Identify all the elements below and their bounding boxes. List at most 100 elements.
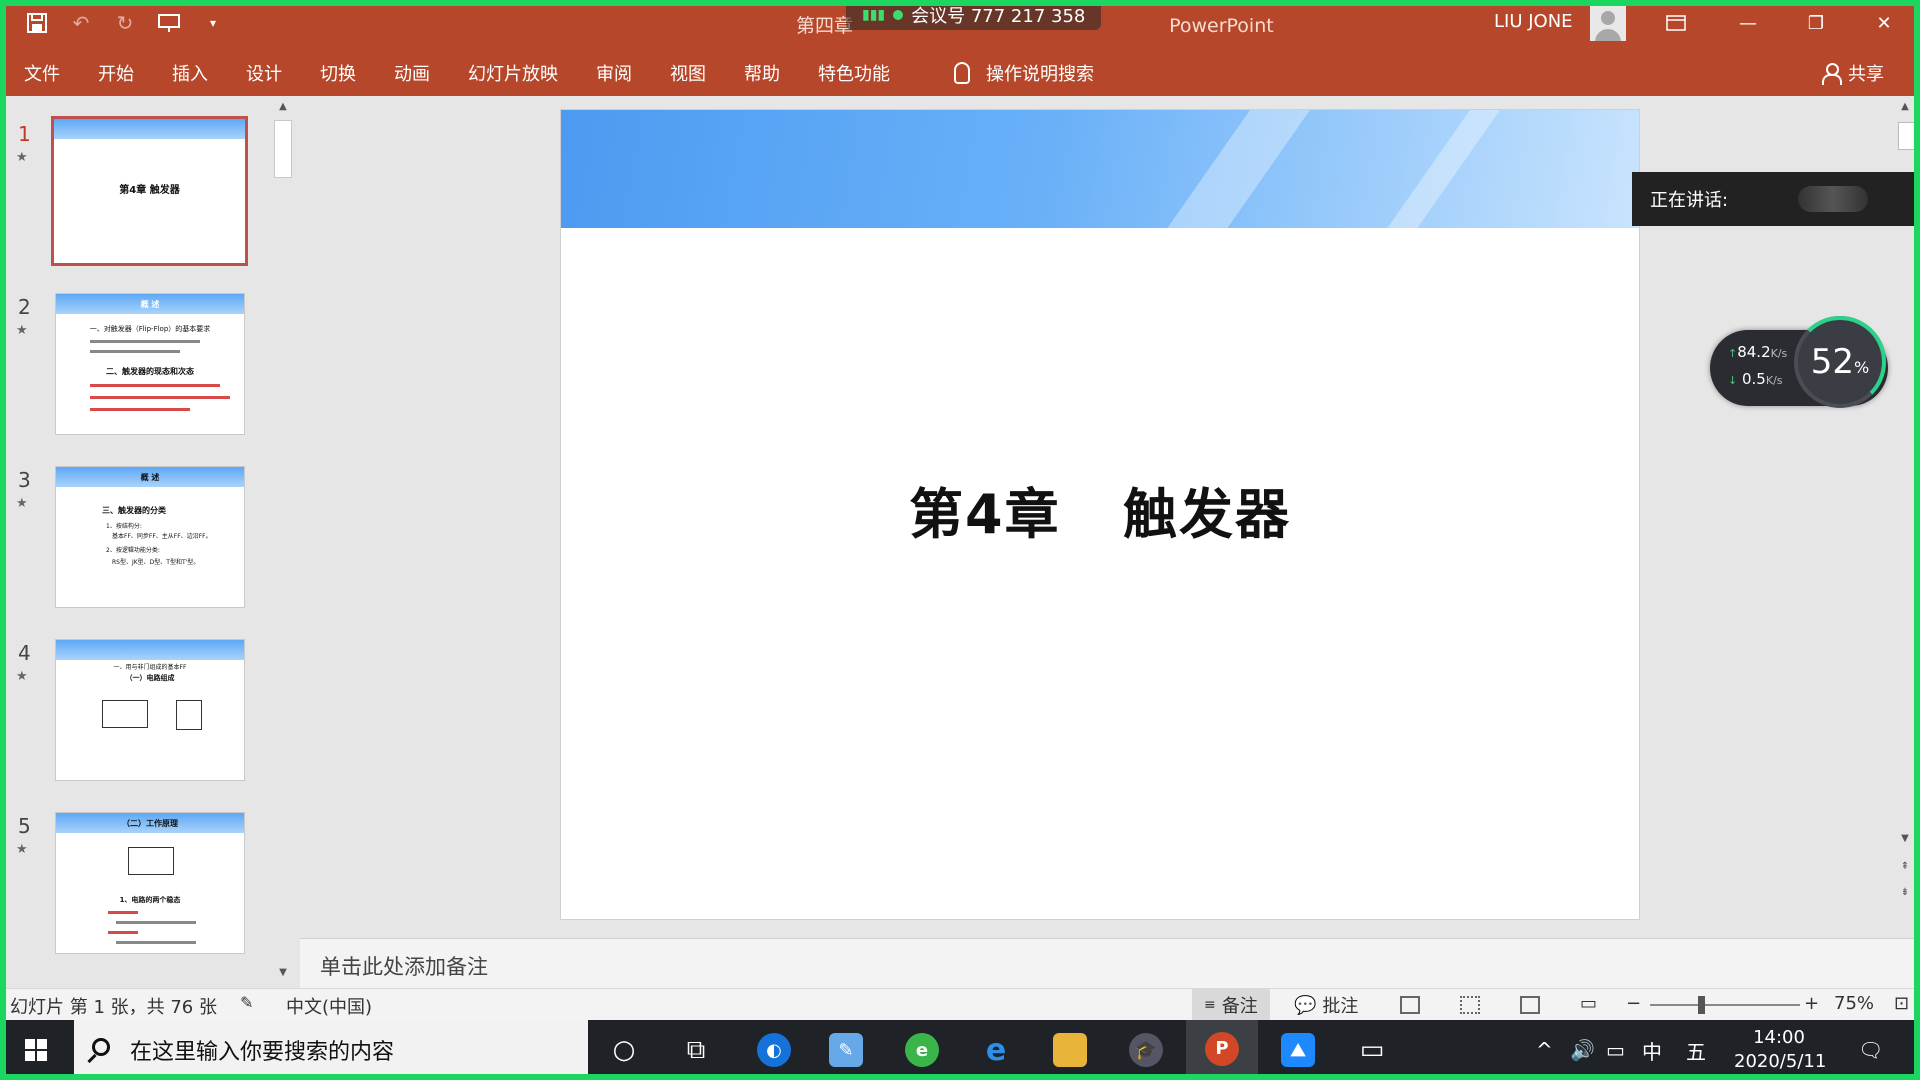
slide-title[interactable]: 第4章 触发器 — [561, 470, 1639, 549]
notepad-app-icon[interactable]: ✎ — [810, 1020, 882, 1080]
slide-number: 4 — [18, 641, 31, 665]
browser-app-icon[interactable]: ◐ — [738, 1020, 810, 1080]
animation-star-icon: ★ — [16, 150, 28, 165]
notes-button[interactable]: ≡ 备注 — [1192, 989, 1270, 1021]
download-value: 0.5 — [1742, 370, 1766, 388]
clock-time: 14:00 — [1753, 1027, 1805, 1048]
lightbulb-icon — [954, 62, 970, 84]
slide-sorter-icon[interactable] — [1460, 996, 1480, 1014]
tell-me-search[interactable]: 操作说明搜索 — [954, 60, 1094, 86]
tab-transitions[interactable]: 切换 — [320, 60, 356, 86]
ime-mode-indicator[interactable]: 中 — [1642, 1020, 1662, 1080]
powerpoint-app-icon[interactable]: P — [1186, 1020, 1258, 1080]
zoom-slider-handle[interactable] — [1698, 996, 1705, 1014]
show-hidden-icons-chevron-icon[interactable]: ^ — [1536, 1020, 1553, 1080]
zoom-out-icon[interactable]: − — [1626, 993, 1641, 1014]
internet-explorer-icon[interactable]: e — [960, 1020, 1032, 1080]
app-name: PowerPoint — [1169, 15, 1274, 37]
scrollbar-thumb[interactable] — [1898, 122, 1916, 150]
share-button[interactable]: 共享 — [1822, 60, 1884, 86]
save-icon[interactable] — [22, 8, 52, 38]
slide-thumbnail-3[interactable]: 概 述 三、触发器的分类 1、按结构分: 基本FF、同步FF、主从FF、边沿FF… — [55, 466, 245, 608]
zoom-in-icon[interactable]: + — [1804, 993, 1819, 1014]
undo-icon[interactable]: ↶ — [66, 8, 96, 38]
slide-thumbnail-4[interactable]: 一、用与非门组成的基本FF （一）电路组成 — [55, 639, 245, 781]
tab-slideshow[interactable]: 幻灯片放映 — [468, 60, 558, 86]
tab-design[interactable]: 设计 — [246, 60, 282, 86]
current-slide[interactable]: 第4章 触发器 — [560, 109, 1640, 920]
user-name[interactable]: LIU JONE — [1494, 11, 1573, 32]
meeting-app-icon[interactable]: ⛰ — [1262, 1020, 1334, 1080]
language-indicator[interactable]: 中文(中国) — [286, 993, 372, 1019]
thumbnail-row-3[interactable]: 3 ★ 概 述 三、触发器的分类 1、按结构分: 基本FF、同步FF、主从FF、… — [0, 466, 260, 616]
tab-file[interactable]: 文件 — [24, 60, 60, 86]
thumbnail-row-1[interactable]: 1 ★ 第4章 触发器 — [0, 116, 260, 270]
notes-pane[interactable]: 单击此处添加备注 — [300, 938, 1920, 988]
scrollbar-thumb[interactable] — [274, 120, 292, 178]
next-slide-icon[interactable]: ⇟ — [1898, 886, 1912, 900]
tab-insert[interactable]: 插入 — [172, 60, 208, 86]
taskbar-search-box[interactable]: 在这里输入你要搜索的内容 — [74, 1020, 588, 1080]
meeting-id-badge[interactable]: ▮▮▮ 会议号 777 217 358 — [846, 0, 1102, 30]
cpu-usage-gauge[interactable]: 52% — [1794, 316, 1886, 408]
slide-thumbnail-5[interactable]: （二）工作原理 1、电路的两个稳态 — [55, 812, 245, 954]
thumbnail-row-5[interactable]: 5 ★ （二）工作原理 1、电路的两个稳态 — [0, 812, 260, 962]
ribbon-tab-list: 文件 开始 插入 设计 切换 动画 幻灯片放映 审阅 视图 帮助 特色功能 — [24, 60, 928, 86]
system-clock[interactable]: 14:00 2020/5/11 — [1734, 1026, 1826, 1074]
volume-icon[interactable]: 🔊 — [1570, 1020, 1595, 1080]
slide-thumbnail-1[interactable]: 第4章 触发器 — [51, 116, 248, 266]
close-icon[interactable]: ✕ — [1850, 0, 1918, 46]
speaker-avatar-blur — [1798, 186, 1869, 212]
comment-icon: 💬 — [1294, 994, 1317, 1016]
ribbon-display-options-icon[interactable] — [1642, 0, 1710, 46]
cortana-icon[interactable]: ○ — [588, 1020, 660, 1080]
zoom-level[interactable]: 75% — [1834, 993, 1874, 1014]
normal-view-icon[interactable] — [1400, 996, 1420, 1014]
thumbnail-text: 1、电路的两个稳态 — [119, 896, 181, 904]
thumbnail-scrollbar[interactable]: ▲ ▼ — [272, 96, 294, 986]
fit-to-window-icon[interactable]: ⊡ — [1894, 993, 1909, 1014]
notes-label: 备注 — [1221, 996, 1258, 1017]
restore-icon[interactable]: ❐ — [1782, 0, 1850, 46]
task-view-icon[interactable]: ⧉ — [660, 1020, 732, 1080]
tab-animations[interactable]: 动画 — [394, 60, 430, 86]
slide-thumbnail-2[interactable]: 概 述 一、对触发器（Flip-Flop）的基本要求 二、触发器的现态和次态 — [55, 293, 245, 435]
file-explorer-icon[interactable] — [1034, 1020, 1106, 1080]
battery-icon[interactable]: ▭ — [1606, 1020, 1625, 1080]
notes-placeholder: 单击此处添加备注 — [320, 955, 488, 979]
scroll-down-arrow-icon[interactable]: ▼ — [276, 966, 290, 980]
video-camera-icon[interactable]: ▭ — [1336, 1020, 1408, 1080]
education-app-icon[interactable]: 🎓 — [1110, 1020, 1182, 1080]
tab-special-features[interactable]: 特色功能 — [818, 60, 890, 86]
minimize-icon[interactable]: — — [1714, 0, 1782, 46]
previous-slide-icon[interactable]: ⇞ — [1898, 860, 1912, 874]
tab-view[interactable]: 视图 — [670, 60, 706, 86]
slide-number: 1 — [18, 122, 31, 146]
speaking-indicator: 正在讲话: — [1632, 172, 1920, 226]
scroll-up-arrow-icon[interactable]: ▲ — [276, 100, 290, 114]
thumbnail-row-4[interactable]: 4 ★ 一、用与非门组成的基本FF （一）电路组成 — [0, 639, 260, 789]
notification-center-icon[interactable]: 🗨 — [1858, 1020, 1883, 1080]
thumbnail-row-2[interactable]: 2 ★ 概 述 一、对触发器（Flip-Flop）的基本要求 二、触发器的现态和… — [0, 293, 260, 443]
tab-home[interactable]: 开始 — [98, 60, 134, 86]
ime-wubi-indicator[interactable]: 五 — [1686, 1020, 1706, 1080]
search-placeholder: 在这里输入你要搜索的内容 — [130, 1040, 395, 1065]
start-button[interactable] — [0, 1020, 72, 1080]
reading-view-icon[interactable] — [1520, 996, 1540, 1014]
scroll-down-arrow-icon[interactable]: ▼ — [1898, 832, 1912, 846]
spell-check-icon[interactable]: ✎ — [240, 993, 253, 1012]
upload-arrow-icon: ↑ — [1728, 347, 1738, 360]
green-browser-icon[interactable]: e — [886, 1020, 958, 1080]
redo-icon[interactable]: ↻ — [110, 8, 140, 38]
tab-review[interactable]: 审阅 — [596, 60, 632, 86]
start-from-beginning-icon[interactable] — [154, 8, 184, 38]
customize-qat-chevron-icon[interactable]: ▾ — [198, 8, 228, 38]
scroll-up-arrow-icon[interactable]: ▲ — [1898, 100, 1912, 114]
slideshow-icon[interactable]: ▭ — [1580, 993, 1597, 1014]
thumbnail-title: （二）工作原理 — [122, 819, 178, 828]
search-icon — [92, 1038, 110, 1056]
zoom-slider[interactable] — [1650, 1004, 1800, 1006]
tab-help[interactable]: 帮助 — [744, 60, 780, 86]
comments-button[interactable]: 💬 批注 — [1282, 989, 1370, 1021]
avatar[interactable] — [1590, 5, 1626, 41]
